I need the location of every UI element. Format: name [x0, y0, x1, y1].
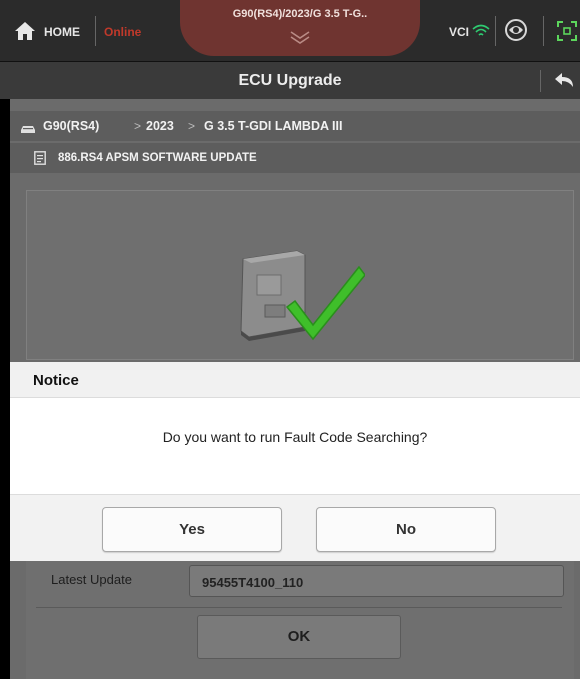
- page-title: ECU Upgrade: [238, 72, 342, 89]
- vehicle-title-tab[interactable]: G90(RS4)/2023/G 3.5 T-G..: [180, 0, 420, 56]
- wifi-signal-icon: [472, 24, 490, 38]
- latest-update-label: Latest Update: [51, 572, 132, 587]
- top-bar: HOME Online G90(RS4)/2023/G 3.5 T-G.. VC…: [0, 0, 580, 62]
- document-icon: [34, 151, 46, 165]
- latest-update-field: 95455T4100_110: [189, 565, 564, 597]
- latest-update-value: 95455T4100_110: [202, 575, 304, 590]
- divider: [543, 16, 544, 46]
- vehicle-title: G90(RS4)/2023/G 3.5 T-G..: [232, 8, 368, 20]
- breadcrumb-separator: >: [134, 119, 142, 133]
- back-button[interactable]: [530, 62, 580, 99]
- home-icon[interactable]: [14, 20, 36, 42]
- vci-label: VCI: [449, 25, 470, 39]
- scan-icon[interactable]: [556, 20, 578, 42]
- home-label[interactable]: HOME: [44, 25, 80, 39]
- divider: [495, 16, 496, 46]
- breadcrumb-year[interactable]: 2023: [146, 119, 174, 133]
- software-update-bar: 886.RS4 APSM SOFTWARE UPDATE: [10, 143, 580, 173]
- page-header: ECU Upgrade: [0, 62, 580, 99]
- ecu-module-icon: [235, 245, 366, 345]
- divider: [95, 16, 96, 46]
- car-icon: [20, 121, 36, 133]
- dialog-footer: Yes No: [10, 494, 580, 561]
- divider: [540, 70, 541, 92]
- yes-button[interactable]: Yes: [102, 507, 282, 552]
- chevron-down-icon[interactable]: [287, 30, 313, 46]
- software-update-title: 886.RS4 APSM SOFTWARE UPDATE: [58, 152, 257, 164]
- vehicle-status-icon[interactable]: [504, 18, 528, 42]
- ok-button[interactable]: OK: [197, 615, 401, 659]
- breadcrumb-engine[interactable]: G 3.5 T-GDI LAMBDA III: [204, 119, 342, 133]
- dialog-title: Notice: [33, 372, 79, 389]
- breadcrumb-model[interactable]: G90(RS4): [43, 119, 99, 133]
- dialog-message: Do you want to run Fault Code Searching?: [162, 429, 428, 445]
- back-icon[interactable]: [554, 71, 574, 89]
- no-button[interactable]: No: [316, 507, 496, 552]
- divider: [36, 607, 562, 608]
- notice-dialog: Notice Do you want to run Fault Code Sea…: [10, 362, 580, 561]
- breadcrumb-separator: >: [188, 119, 196, 133]
- breadcrumb: G90(RS4) > 2023 > G 3.5 T-GDI LAMBDA III: [10, 111, 580, 141]
- dialog-header: Notice: [10, 362, 580, 398]
- status-online: Online: [104, 25, 142, 39]
